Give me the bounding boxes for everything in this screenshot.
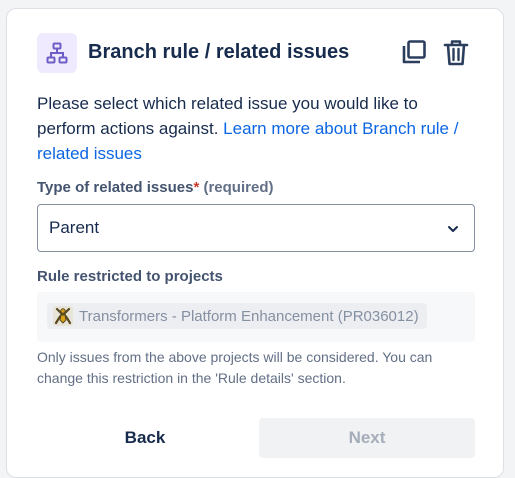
project-avatar-icon: [53, 306, 73, 326]
trash-icon: [443, 40, 469, 66]
panel-title: Branch rule / related issues: [88, 41, 350, 63]
restriction-helper-text: Only issues from the above projects will…: [37, 349, 433, 386]
related-issue-type-select[interactable]: Parent: [37, 204, 475, 252]
back-button[interactable]: Back: [37, 418, 253, 458]
delete-button[interactable]: [441, 37, 471, 67]
required-asterisk: *: [193, 179, 200, 196]
chevron-down-icon: [448, 226, 458, 232]
select-value: Parent: [49, 218, 100, 237]
restricted-projects-field: Transformers - Platform Enhancement (PR0…: [37, 292, 475, 342]
project-tag: Transformers - Platform Enhancement (PR0…: [47, 303, 427, 329]
description: Please select which related issue you wo…: [37, 91, 477, 166]
copy-icon: [402, 40, 426, 64]
required-text: (required): [203, 179, 274, 196]
panel-header: Branch rule / related issues: [37, 33, 477, 73]
restriction-label: Rule restricted to projects: [37, 268, 223, 285]
type-field-label-text: Type of related issues: [37, 179, 194, 196]
rule-config-panel: Branch rule / related issues Please sele…: [6, 8, 504, 478]
copy-button[interactable]: [400, 37, 430, 67]
branch-hierarchy-icon: [37, 33, 77, 73]
next-button: Next: [259, 418, 475, 458]
type-field-label: Type of related issues* (required): [37, 179, 273, 196]
project-name: Transformers - Platform Enhancement (PR0…: [79, 307, 419, 325]
